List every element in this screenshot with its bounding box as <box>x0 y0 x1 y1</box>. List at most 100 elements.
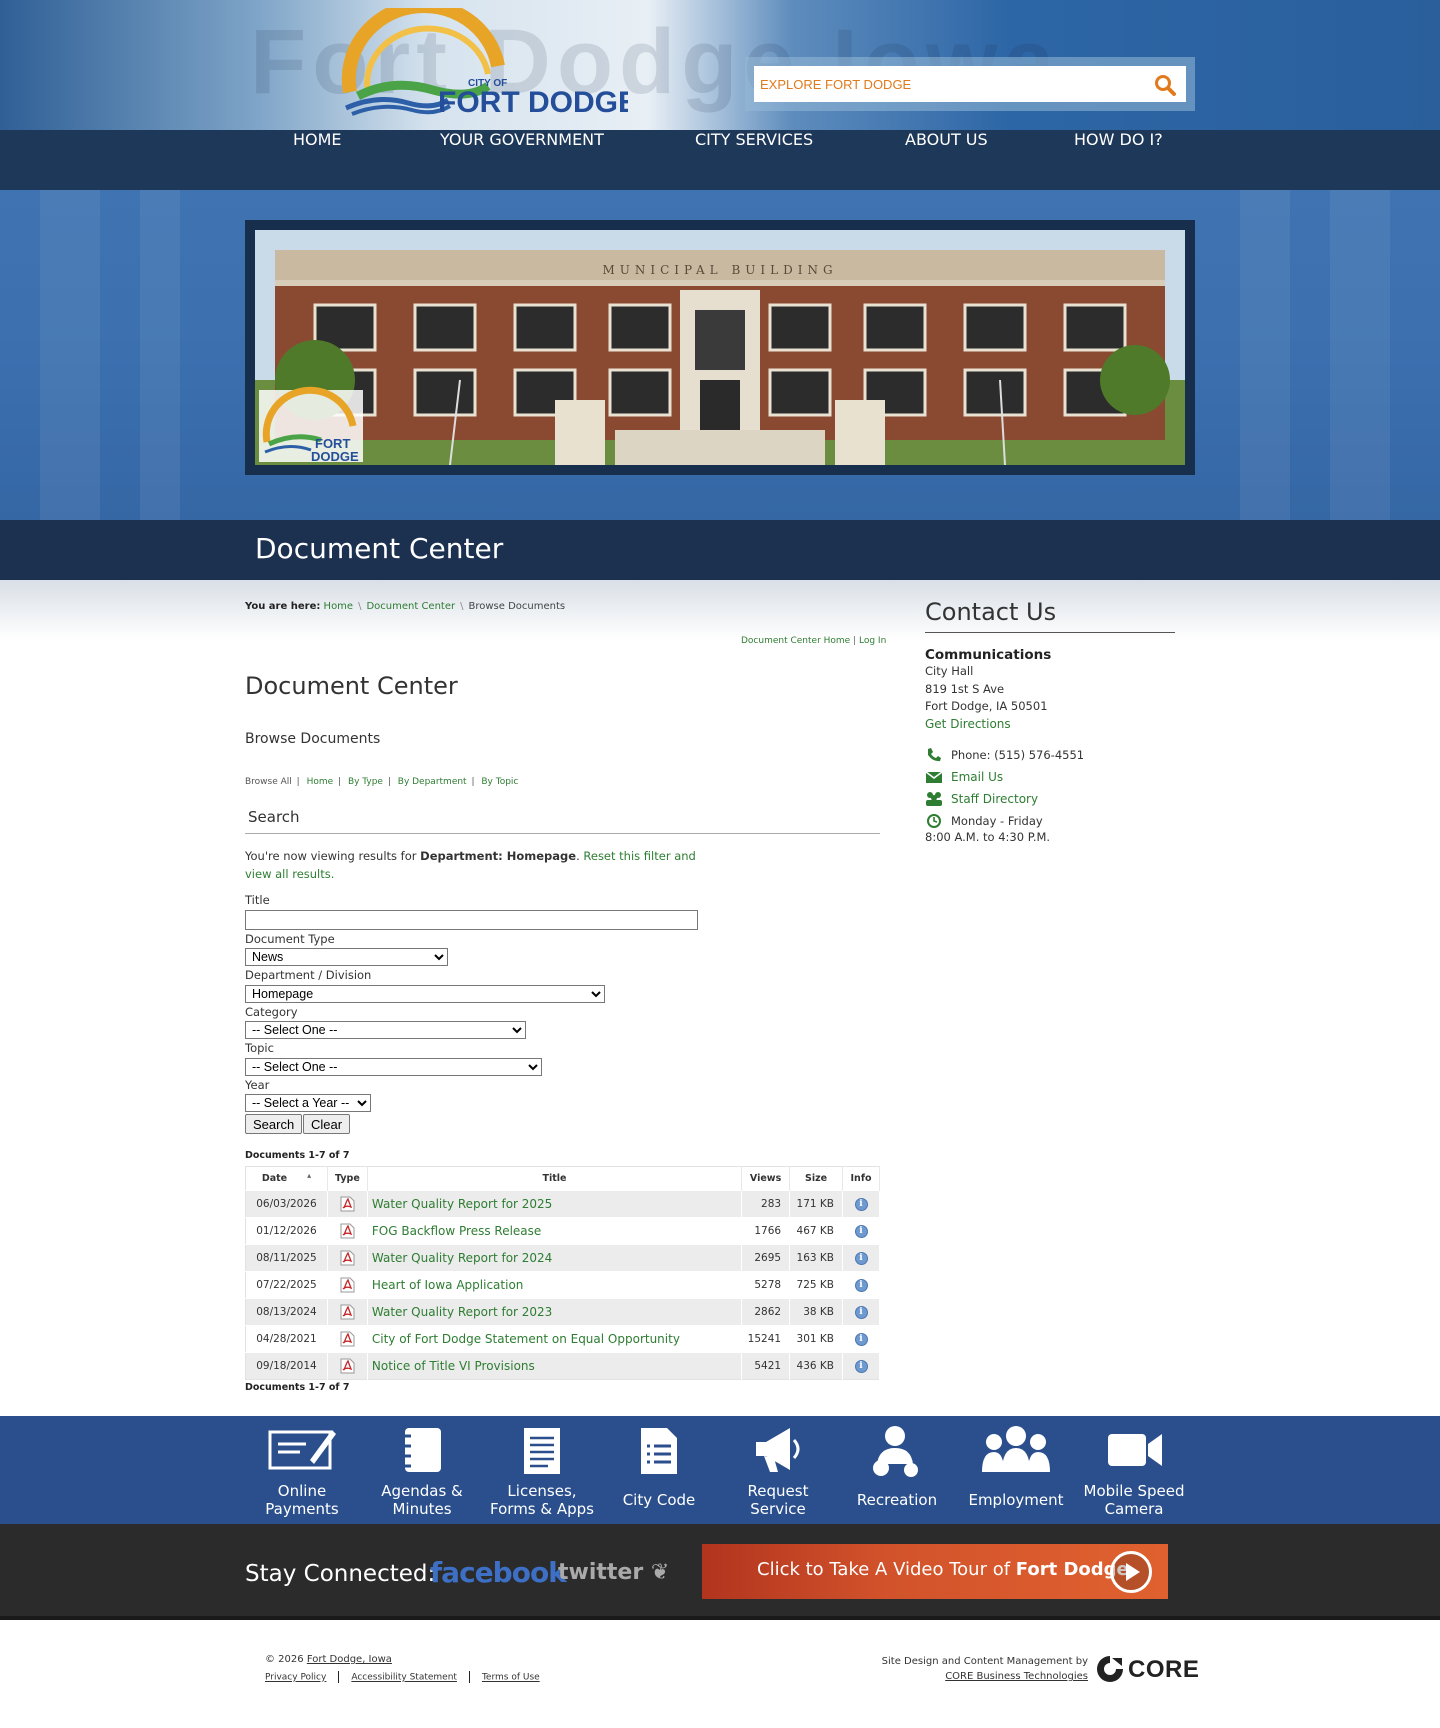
info-icon[interactable]: i <box>854 1197 868 1211</box>
document-center-home-link[interactable]: Document Center Home <box>741 636 850 646</box>
info-icon[interactable]: i <box>854 1224 868 1238</box>
department-label: Department / Division <box>245 968 372 982</box>
site-footer: © 2026 Fort Dodge, Iowa Privacy Policy Ac… <box>0 1624 1440 1728</box>
video-tour-button[interactable]: Click to Take A Video Tour of Fort Dodge <box>702 1544 1168 1599</box>
document-center-links: Document Center Home | Log In <box>741 636 887 646</box>
browse-by-department-link[interactable]: By Department <box>398 777 467 787</box>
quick-link-employment[interactable]: Employment <box>956 1416 1076 1524</box>
nav-home[interactable]: HOME <box>293 130 342 190</box>
col-size-header[interactable]: Size <box>789 1166 843 1191</box>
info-icon[interactable]: i <box>854 1332 868 1346</box>
row-info: i <box>842 1217 880 1245</box>
phone-icon <box>928 748 941 762</box>
row-type[interactable] <box>327 1190 368 1218</box>
twitter-bird-icon: ❦ <box>643 1560 670 1585</box>
quick-link-licenses-forms[interactable]: Licenses, Forms & Apps <box>482 1416 602 1524</box>
col-views-header[interactable]: Views <box>741 1166 791 1191</box>
pdf-icon <box>340 1358 355 1374</box>
site-search-input[interactable] <box>754 66 1186 102</box>
quick-link-request-service[interactable]: Request Service <box>718 1416 838 1524</box>
col-title-header[interactable]: Title <box>367 1166 743 1191</box>
document-type-select[interactable]: News <box>245 948 448 966</box>
core-logo[interactable]: CORE <box>1094 1654 1199 1684</box>
year-select[interactable]: -- Select a Year -- <box>245 1094 371 1112</box>
quick-link-online-payments[interactable]: Online Payments <box>242 1416 362 1524</box>
staff-directory-link[interactable]: Staff Directory <box>951 792 1038 806</box>
contact-building: City Hall <box>925 664 974 678</box>
title-field[interactable] <box>245 910 698 930</box>
contact-phone: Phone: (515) 576-4551 <box>925 747 1175 763</box>
row-title: Water Quality Report for 2023 <box>367 1298 743 1326</box>
clear-button[interactable]: Clear <box>303 1114 351 1134</box>
nav-about-us[interactable]: ABOUT US <box>905 130 988 190</box>
search-button[interactable]: Search <box>245 1114 303 1134</box>
get-directions-link[interactable]: Get Directions <box>925 717 1011 731</box>
row-views: 2695 <box>741 1244 791 1272</box>
nav-city-services[interactable]: CITY SERVICES <box>695 130 813 190</box>
col-date-header[interactable]: Date ▴ <box>245 1166 328 1191</box>
row-type[interactable] <box>327 1244 368 1272</box>
browse-by-type-link[interactable]: By Type <box>348 777 383 787</box>
fort-dodge-iowa-link[interactable]: Fort Dodge, Iowa <box>307 1654 392 1665</box>
document-link[interactable]: Water Quality Report for 2024 <box>372 1251 552 1265</box>
privacy-policy-link[interactable]: Privacy Policy <box>265 1673 326 1683</box>
row-info: i <box>842 1271 880 1299</box>
row-type[interactable] <box>327 1325 368 1353</box>
info-icon[interactable]: i <box>854 1359 868 1373</box>
nav-your-government[interactable]: YOUR GOVERNMENT <box>440 130 604 190</box>
email-us-link[interactable]: Email Us <box>951 770 1003 784</box>
fort-dodge-logo[interactable]: CITY OF FORT DODGE <box>338 8 628 118</box>
document-count-bottom: Documents 1-7 of 7 <box>245 1382 350 1393</box>
row-type[interactable] <box>327 1298 368 1326</box>
search-icon[interactable] <box>1153 73 1177 97</box>
contact-staff: Staff Directory <box>925 791 1175 807</box>
department-select[interactable]: Homepage <box>245 985 605 1003</box>
twitter-link[interactable]: twitter ❦ <box>558 1560 669 1585</box>
row-title: Heart of Iowa Application <box>367 1271 743 1299</box>
site-header: Fort Dodge Iowa CITY OF FORT DODGE <box>0 0 1440 130</box>
quick-link-mobile-speed-camera[interactable]: Mobile Speed Camera <box>1074 1416 1194 1524</box>
accessibility-statement-link[interactable]: Accessibility Statement <box>351 1673 457 1683</box>
topic-label: Topic <box>245 1041 274 1055</box>
page-title: Document Center <box>255 532 504 565</box>
document-link[interactable]: Notice of Title VI Provisions <box>372 1359 535 1373</box>
quick-link-city-code[interactable]: City Code <box>599 1416 719 1524</box>
col-type-header[interactable]: Type <box>327 1166 368 1191</box>
row-type[interactable] <box>327 1217 368 1245</box>
core-business-technologies-link[interactable]: CORE Business Technologies <box>945 1671 1088 1682</box>
info-icon[interactable]: i <box>854 1251 868 1265</box>
category-select[interactable]: -- Select One -- <box>245 1021 526 1039</box>
row-date: 04/28/2021 <box>245 1325 328 1353</box>
topic-select[interactable]: -- Select One -- <box>245 1058 542 1076</box>
nav-how-do-i[interactable]: HOW DO I? <box>1074 130 1163 190</box>
document-link[interactable]: Heart of Iowa Application <box>372 1278 524 1292</box>
row-date: 08/11/2025 <box>245 1244 328 1272</box>
quick-link-agendas-minutes[interactable]: Agendas & Minutes <box>362 1416 482 1524</box>
table-header-row: Date ▴ Type Title Views Size Info <box>245 1166 880 1191</box>
row-info: i <box>842 1325 880 1353</box>
document-link[interactable]: Water Quality Report for 2023 <box>372 1305 552 1319</box>
background-pillar <box>1330 190 1390 520</box>
document-link[interactable]: City of Fort Dodge Statement on Equal Op… <box>372 1332 680 1346</box>
form-icon <box>524 1428 560 1474</box>
pdf-icon <box>340 1196 355 1212</box>
breadcrumb-home[interactable]: Home <box>324 601 354 612</box>
browse-home-link[interactable]: Home <box>307 777 334 787</box>
row-type[interactable] <box>327 1352 368 1380</box>
document-link[interactable]: FOG Backflow Press Release <box>372 1224 541 1238</box>
table-row: 07/22/2025 Heart of Iowa Application 5278 7… <box>245 1271 880 1299</box>
info-icon[interactable]: i <box>854 1305 868 1319</box>
facebook-link[interactable]: facebook <box>430 1556 567 1589</box>
row-type[interactable] <box>327 1271 368 1299</box>
log-in-link[interactable]: Log In <box>859 636 886 646</box>
terms-of-use-link[interactable]: Terms of Use <box>482 1673 540 1683</box>
row-date: 08/13/2024 <box>245 1298 328 1326</box>
info-icon[interactable]: i <box>854 1278 868 1292</box>
people-icon <box>982 1426 1050 1472</box>
row-title: Water Quality Report for 2024 <box>367 1244 743 1272</box>
documents-table: Date ▴ Type Title Views Size Info 06/03/2… <box>245 1166 880 1380</box>
browse-by-topic-link[interactable]: By Topic <box>481 777 518 787</box>
document-link[interactable]: Water Quality Report for 2025 <box>372 1197 552 1211</box>
breadcrumb-document-center[interactable]: Document Center <box>366 601 455 612</box>
quick-link-recreation[interactable]: Recreation <box>837 1416 957 1524</box>
